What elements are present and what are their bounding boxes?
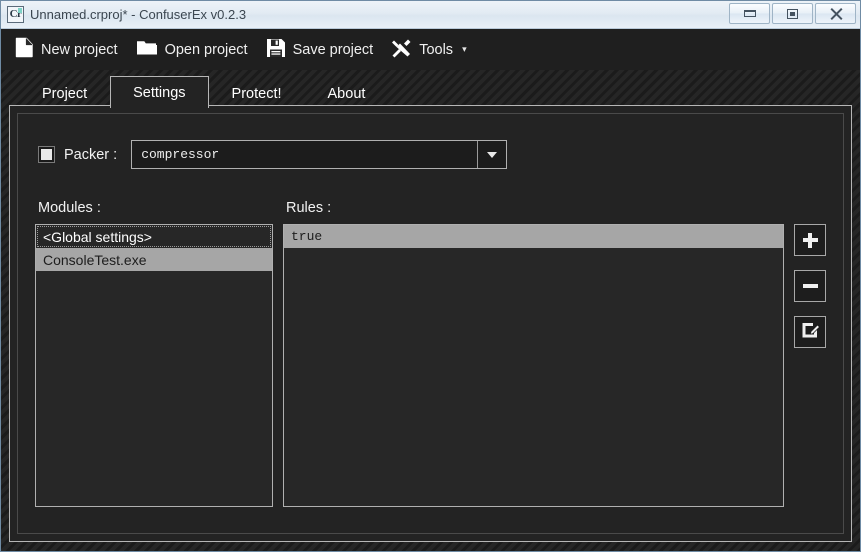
title-bar: Cr Unnamed.crproj* - ConfuserEx v0.2.3 <box>1 1 860 29</box>
packer-dropdown-button[interactable] <box>477 141 506 168</box>
rule-item-label: true <box>291 229 323 244</box>
packer-enabled-checkbox[interactable] <box>38 146 55 163</box>
window-controls <box>729 3 856 24</box>
maximize-icon <box>787 8 798 19</box>
app-icon-accent <box>18 8 22 13</box>
packer-selected-value: compressor <box>141 147 220 162</box>
list-item[interactable]: true <box>284 225 783 248</box>
module-item-label: <Global settings> <box>43 228 152 245</box>
tab-protect-label: Protect! <box>231 85 282 102</box>
rules-label: Rules : <box>286 200 332 216</box>
tab-about-label: About <box>327 85 366 102</box>
edit-rule-button[interactable] <box>794 316 826 348</box>
minimize-icon <box>743 10 756 17</box>
minus-icon <box>802 284 818 288</box>
tools-menu-button[interactable]: Tools ▾ <box>387 34 474 66</box>
edit-pencil-icon <box>800 319 821 345</box>
modules-listbox[interactable]: <Global settings> ConsoleTest.exe <box>35 224 273 507</box>
confuserex-window: Cr Unnamed.crproj* - ConfuserEx v0.2.3 N… <box>0 0 861 552</box>
tab-strip: Project Settings Protect! About <box>19 76 389 110</box>
add-rule-button[interactable] <box>794 224 826 256</box>
list-item[interactable]: ConsoleTest.exe <box>36 248 272 271</box>
window-title: Unnamed.crproj* - ConfuserEx v0.2.3 <box>30 7 247 22</box>
new-project-button[interactable]: New project <box>11 33 126 66</box>
module-item-label: ConsoleTest.exe <box>43 251 147 268</box>
tools-menu-label: Tools <box>419 41 454 58</box>
chevron-down-icon: ▾ <box>462 44 467 54</box>
tab-project-label: Project <box>42 85 88 102</box>
remove-rule-button[interactable] <box>794 270 826 302</box>
main-toolbar: New project Open project Save project To… <box>1 29 860 70</box>
open-project-label: Open project <box>164 41 248 58</box>
list-item[interactable]: <Global settings> <box>36 225 272 248</box>
tools-wrench-hammer-icon <box>391 38 412 62</box>
tab-protect[interactable]: Protect! <box>209 79 305 108</box>
modules-label: Modules : <box>38 200 101 216</box>
tab-about[interactable]: About <box>305 79 389 108</box>
maximize-button[interactable] <box>772 3 813 24</box>
settings-tab-panel: Packer : compressor Modules : Rules : <G… <box>9 105 852 542</box>
settings-panel-inner: Packer : compressor Modules : Rules : <G… <box>17 113 844 534</box>
packer-label: Packer : <box>64 146 118 163</box>
plus-icon-vertical <box>808 232 812 248</box>
close-button[interactable] <box>815 3 856 24</box>
window-body: Project Settings Protect! About Packer : <box>1 70 860 551</box>
rules-listbox[interactable]: true <box>283 224 784 507</box>
confuserex-app-icon: Cr <box>7 6 24 23</box>
tab-settings-label: Settings <box>133 84 186 101</box>
chevron-down-icon <box>487 151 498 158</box>
packer-row: Packer : compressor <box>38 140 508 169</box>
minimize-button[interactable] <box>729 3 770 24</box>
close-icon <box>830 8 842 20</box>
save-project-button[interactable]: Save project <box>262 34 382 66</box>
packer-combobox[interactable]: compressor <box>131 140 508 169</box>
open-folder-icon <box>136 38 158 61</box>
tab-project[interactable]: Project <box>19 79 110 108</box>
new-document-icon <box>15 37 34 62</box>
new-project-label: New project <box>41 41 118 58</box>
floppy-disk-save-icon <box>266 38 286 62</box>
open-project-button[interactable]: Open project <box>132 34 256 65</box>
tab-settings[interactable]: Settings <box>110 76 209 110</box>
save-project-label: Save project <box>292 41 374 58</box>
checkbox-check-mark <box>41 149 52 160</box>
rule-action-buttons <box>794 224 826 348</box>
